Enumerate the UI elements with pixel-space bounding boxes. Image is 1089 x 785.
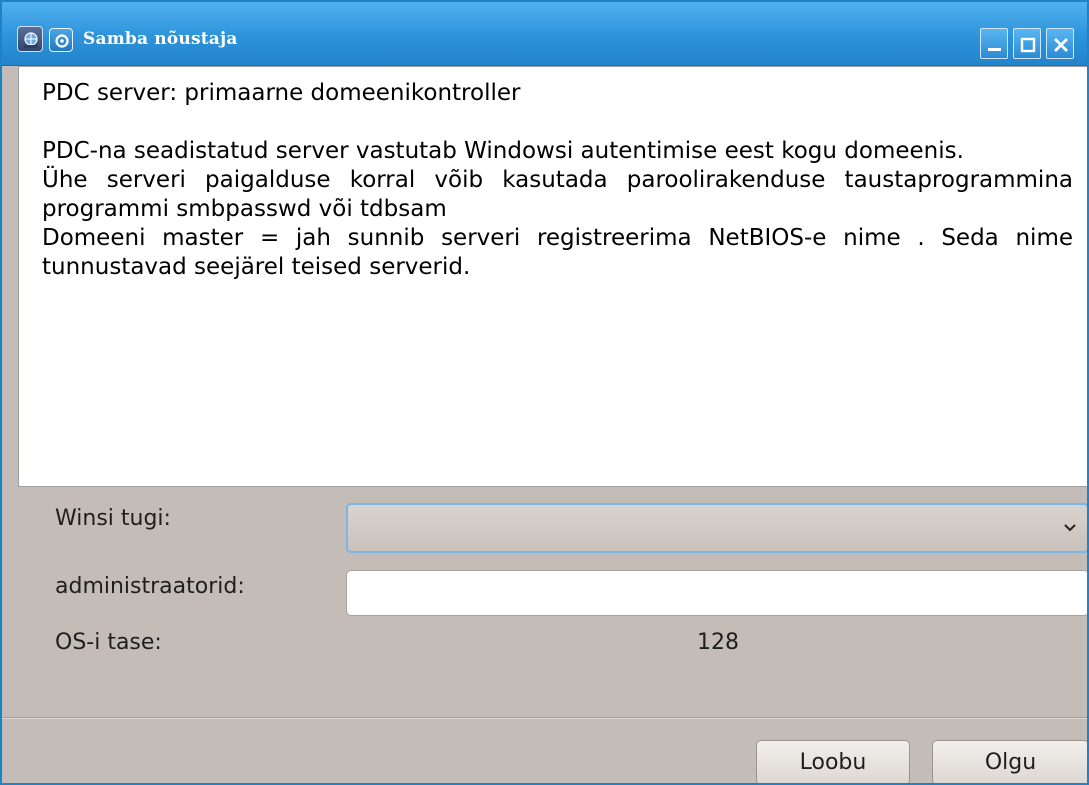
- window-menu-icon[interactable]: [49, 28, 73, 52]
- maximize-button[interactable]: [1013, 28, 1041, 59]
- button-separator: [2, 717, 1087, 719]
- maximize-icon: [1020, 37, 1036, 53]
- wins-support-label: Winsi tugi:: [55, 506, 171, 531]
- samba-wizard-window: Samba nõustaja PDC server: primaarne dom…: [0, 0, 1089, 785]
- administrators-label: administraatorid:: [55, 574, 245, 599]
- window-title: Samba nõustaja: [83, 29, 238, 49]
- description-paragraph: Domeeni master = jah sunnib serveri regi…: [42, 225, 1073, 280]
- description-paragraph: Ühe serveri paigalduse korral võib kasut…: [42, 167, 1073, 222]
- chevron-down-icon: [1064, 524, 1076, 532]
- close-button[interactable]: [1046, 28, 1074, 59]
- close-icon: [1054, 38, 1068, 52]
- title-bar[interactable]: Samba nõustaja: [2, 2, 1087, 66]
- minimize-button[interactable]: [980, 28, 1008, 59]
- administrators-input[interactable]: [346, 570, 1087, 616]
- description-panel: PDC server: primaarne domeenikontroller …: [18, 66, 1087, 487]
- cancel-button[interactable]: Loobu: [756, 740, 910, 783]
- minimize-icon: [988, 48, 1001, 51]
- description-paragraph: PDC-na seadistatud server vastutab Windo…: [42, 138, 964, 164]
- wins-support-select[interactable]: [346, 503, 1087, 553]
- samba-network-icon[interactable]: [17, 26, 43, 52]
- ok-button[interactable]: Olgu: [932, 740, 1087, 783]
- description-heading: PDC server: primaarne domeenikontroller: [42, 80, 521, 106]
- os-level-value: 128: [697, 630, 739, 655]
- os-level-label: OS-i tase:: [55, 630, 162, 655]
